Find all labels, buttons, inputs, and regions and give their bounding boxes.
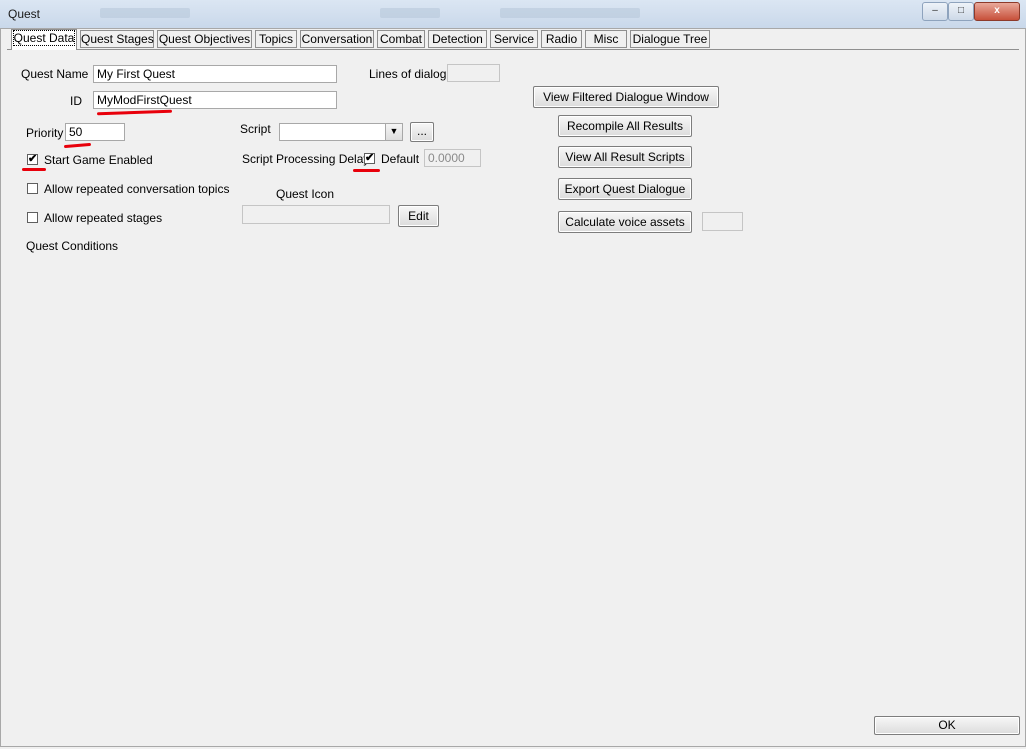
tab-label: Quest Data: [12, 30, 76, 46]
tab-combat[interactable]: Combat: [377, 30, 425, 48]
id-label: ID: [70, 94, 82, 108]
background-window-ghost: [100, 8, 190, 18]
close-button[interactable]: x: [974, 2, 1020, 21]
tab-label: Conversation: [301, 32, 373, 46]
script-processing-delay-label: Script Processing Delay: [242, 152, 370, 166]
tab-label: Detection: [432, 32, 483, 46]
view-all-result-scripts-button[interactable]: View All Result Scripts: [558, 146, 692, 168]
dialog-frame: [0, 28, 1026, 747]
tab-detection[interactable]: Detection: [428, 30, 487, 48]
tab-service[interactable]: Service: [490, 30, 538, 48]
start-game-enabled-checkbox[interactable]: ✔: [27, 154, 38, 165]
allow-repeated-stages-label: Allow repeated stages: [44, 211, 163, 225]
quest-icon-input[interactable]: [242, 205, 390, 224]
tab-quest-data[interactable]: Quest Data: [11, 29, 77, 50]
quest-name-label: Quest Name: [21, 67, 89, 81]
script-browse-button[interactable]: ...: [410, 122, 434, 142]
id-input[interactable]: [93, 91, 337, 109]
quest-conditions-label: Quest Conditions: [26, 239, 119, 253]
tab-label: Topics: [258, 32, 293, 46]
lines-of-dialog-value: [447, 64, 500, 82]
view-filtered-dialogue-button[interactable]: View Filtered Dialogue Window: [533, 86, 719, 108]
script-label: Script: [240, 122, 271, 136]
quest-name-input[interactable]: [93, 65, 337, 83]
tab-label: Quest Stages: [81, 32, 154, 46]
tab-label: Quest Objectives: [158, 32, 251, 46]
tab-label: Service: [493, 32, 534, 46]
tab-label: Dialogue Tree: [632, 32, 708, 46]
tab-misc[interactable]: Misc: [585, 30, 627, 48]
allow-repeated-stages-checkbox[interactable]: [27, 212, 38, 223]
title-bar: Quest – □ x: [0, 0, 1026, 29]
tab-dialogue-tree[interactable]: Dialogue Tree: [630, 30, 710, 48]
lines-of-dialog-label: Lines of dialog:: [369, 67, 450, 81]
window-title: Quest: [8, 7, 41, 21]
background-window-ghost: [380, 8, 440, 18]
edit-icon-button[interactable]: Edit: [398, 205, 439, 227]
start-game-enabled-label: Start Game Enabled: [44, 153, 153, 167]
allow-repeated-topics-checkbox[interactable]: [27, 183, 38, 194]
tab-conversation[interactable]: Conversation: [300, 30, 374, 48]
quest-icon-label: Quest Icon: [276, 187, 335, 201]
maximize-button[interactable]: □: [948, 2, 974, 21]
tab-quest-stages[interactable]: Quest Stages: [80, 30, 154, 48]
allow-repeated-topics-label: Allow repeated conversation topics: [44, 182, 230, 196]
tab-label: Combat: [379, 32, 423, 46]
priority-input[interactable]: [65, 123, 125, 141]
export-quest-dialogue-button[interactable]: Export Quest Dialogue: [558, 178, 692, 200]
delay-input[interactable]: [424, 149, 481, 167]
script-dropdown[interactable]: ▼: [279, 123, 403, 141]
default-delay-checkbox[interactable]: ✔: [364, 153, 375, 164]
minimize-button[interactable]: –: [922, 2, 948, 21]
background-window-ghost: [500, 8, 640, 18]
tab-quest-objectives[interactable]: Quest Objectives: [157, 30, 252, 48]
recompile-all-results-button[interactable]: Recompile All Results: [558, 115, 692, 137]
voice-assets-value: [702, 212, 743, 231]
tab-radio[interactable]: Radio: [541, 30, 582, 48]
priority-label: Priority: [26, 126, 64, 140]
ok-button[interactable]: OK: [874, 716, 1020, 735]
tab-label: Radio: [545, 32, 578, 46]
chevron-down-icon[interactable]: ▼: [385, 124, 402, 140]
tab-topics[interactable]: Topics: [255, 30, 297, 48]
tab-strip-border: [7, 49, 1019, 50]
tab-label: Misc: [593, 32, 619, 46]
annotation-underline-default: [353, 169, 380, 172]
annotation-underline-start-game: [22, 168, 46, 171]
calculate-voice-assets-button[interactable]: Calculate voice assets: [558, 211, 692, 233]
default-label: Default: [381, 152, 420, 166]
